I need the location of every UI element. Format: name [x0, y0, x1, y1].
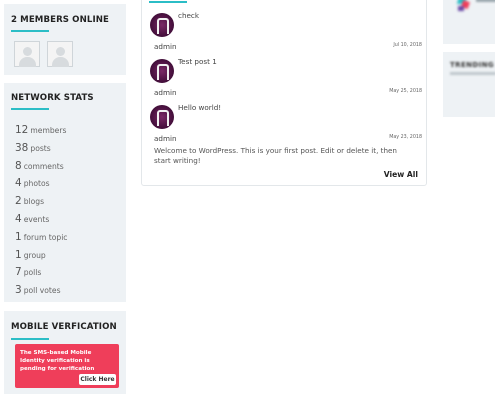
view-all-link[interactable]: View All — [384, 170, 418, 179]
member-avatar[interactable] — [14, 41, 40, 67]
alert-message: The SMS-based Mobile Identity verificati… — [20, 350, 95, 372]
stat-label: polls — [23, 268, 42, 277]
stat-count: 7 — [15, 266, 22, 278]
stat-posts[interactable]: 38 posts — [15, 136, 51, 155]
stat-forum-topic[interactable]: 1 forum topic — [15, 225, 67, 244]
stat-count: 1 — [15, 231, 22, 243]
title-underline — [11, 30, 49, 32]
post-date: May 25, 2018 — [389, 89, 422, 94]
post-date: Jul 10, 2018 — [393, 43, 422, 48]
network-stats-widget: NETWORK STATS 12 members 38 posts 8 comment… — [4, 83, 126, 302]
post-date: May 23, 2018 — [389, 135, 422, 140]
stat-count: 38 — [15, 142, 29, 154]
stat-label: members — [30, 126, 67, 135]
stat-label: forum topic — [23, 233, 68, 242]
stat-poll-votes[interactable]: 3 poll votes — [15, 278, 61, 297]
post-author[interactable]: admin — [154, 42, 177, 51]
mobile-verification-widget: MOBILE VERFICATION The SMS-based Mobile … — [4, 311, 126, 394]
app-logo-icon — [456, 0, 472, 12]
default-user-icon — [56, 47, 65, 56]
stat-label: comments — [23, 162, 64, 171]
stat-events[interactable]: 4 events — [15, 207, 49, 226]
admin-avatar[interactable] — [150, 105, 174, 129]
stat-label: group — [23, 251, 46, 260]
stat-label: photos — [23, 179, 50, 188]
blurred-text — [450, 72, 495, 75]
stat-label: blogs — [23, 197, 45, 206]
member-avatar[interactable] — [47, 41, 73, 67]
stat-label: poll votes — [23, 286, 61, 295]
post-title[interactable]: Test post 1 — [178, 57, 217, 66]
stat-polls[interactable]: 7 polls — [15, 260, 41, 279]
post-author[interactable]: admin — [154, 88, 177, 97]
stat-label: events — [23, 215, 50, 224]
stat-count: 12 — [15, 124, 29, 136]
stat-members[interactable]: 12 members — [15, 118, 66, 137]
stat-label: posts — [30, 144, 51, 153]
default-user-icon — [23, 47, 32, 56]
stat-blogs[interactable]: 2 blogs — [15, 189, 44, 208]
admin-avatar[interactable] — [150, 59, 174, 83]
admin-avatar[interactable] — [150, 13, 174, 37]
mobile-verification-title: MOBILE VERFICATION — [11, 322, 117, 332]
blurred-text — [476, 0, 495, 2]
stat-count: 4 — [15, 213, 22, 225]
verification-alert: The SMS-based Mobile Identity verificati… — [15, 344, 119, 388]
post-title[interactable]: check — [178, 11, 199, 20]
members-online-title: 2 MEMBERS ONLINE — [11, 15, 109, 25]
stat-count: 2 — [15, 195, 22, 207]
click-here-button[interactable]: Click Here — [79, 374, 116, 385]
stat-count: 4 — [15, 177, 22, 189]
network-stats-title: NETWORK STATS — [11, 93, 94, 103]
post-title[interactable]: Hello world! — [178, 103, 221, 112]
title-underline — [11, 108, 49, 110]
page: 2 MEMBERS ONLINE NETWORK STATS 12 members… — [0, 0, 495, 400]
trending-title: TRENDING — [450, 61, 495, 69]
activity-feed: check admin Jul 10, 2018 Test post 1 adm… — [141, 0, 427, 186]
post-content: Welcome to WordPress. This is your first… — [154, 146, 397, 165]
stat-photos[interactable]: 4 photos — [15, 171, 50, 190]
members-online-widget: 2 MEMBERS ONLINE — [4, 4, 126, 75]
right-widget-1 — [443, 0, 495, 44]
title-underline — [11, 338, 49, 340]
active-tab-indicator — [149, 1, 187, 3]
stat-count: 3 — [15, 284, 22, 296]
post-author[interactable]: admin — [154, 134, 177, 143]
right-widget-2: TRENDING — [443, 52, 495, 117]
